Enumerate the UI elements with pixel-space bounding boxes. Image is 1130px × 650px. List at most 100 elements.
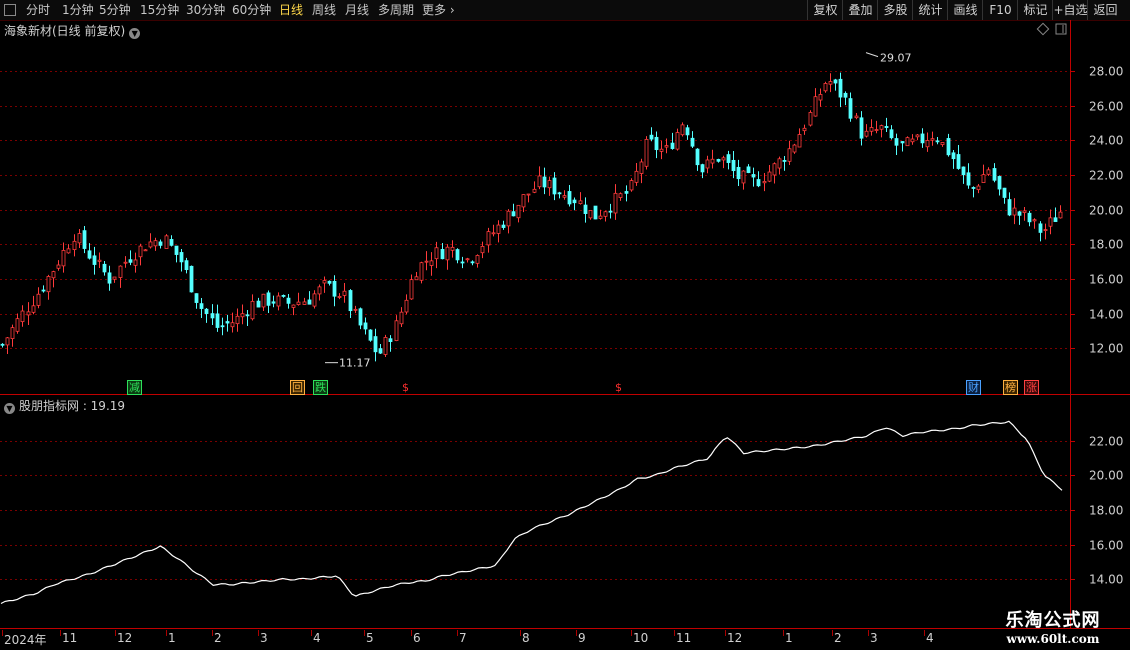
event-marker-4[interactable]: $ [613, 380, 624, 395]
candle-body-149 [762, 181, 767, 184]
event-marker-7[interactable]: 涨 [1024, 380, 1039, 395]
main-ylabel-2: 16.00 [1089, 273, 1123, 287]
x-label-17: 3 [870, 631, 878, 645]
x-tick-12 [631, 630, 632, 636]
candle-body-23 [118, 265, 123, 278]
event-marker-3[interactable]: $ [400, 380, 411, 395]
candle-body-8 [41, 289, 46, 292]
x-tick-9 [457, 630, 458, 636]
candle-body-141 [721, 157, 726, 161]
candle-body-25 [128, 259, 133, 263]
candle-body-92 [470, 261, 475, 264]
candle-body-194 [992, 168, 997, 181]
indicator-title[interactable]: ▼ 股朋指标网 : 19.19 [4, 397, 125, 414]
candle-body-190 [971, 187, 976, 189]
candle-body-41 [210, 313, 215, 319]
x-label-8: 6 [413, 631, 421, 645]
candle-body-137 [700, 164, 705, 173]
x-tick-14 [725, 630, 726, 636]
chevron-down-icon[interactable]: ▼ [129, 28, 141, 39]
candle-body-132 [675, 132, 680, 150]
candle-body-198 [1012, 207, 1017, 216]
candle-body-123 [629, 180, 634, 191]
x-label-10: 8 [522, 631, 530, 645]
panel-toggle-icon[interactable] [1055, 23, 1067, 35]
high-arrow [865, 52, 879, 58]
chevron-down-icon[interactable]: ▼ [4, 403, 15, 414]
main-ylabel-1: 14.00 [1089, 308, 1123, 322]
candle-body-1 [5, 337, 10, 346]
candle-body-38 [194, 293, 199, 303]
candle-body-185 [946, 138, 951, 156]
candle-body-68 [348, 290, 353, 312]
event-marker-1[interactable]: 回 [290, 380, 305, 395]
candle-body-101 [516, 204, 521, 219]
candle-body-31 [158, 241, 163, 246]
candle-body-140 [716, 159, 721, 162]
main-chart-title[interactable]: 海象新材(日线 前复权) ▼ [4, 22, 141, 39]
candle-body-195 [997, 176, 1002, 190]
candle-body-186 [951, 152, 956, 160]
main-ylabel-3: 18.00 [1089, 238, 1123, 252]
candle-body-93 [475, 255, 480, 264]
candle-body-19 [97, 259, 102, 262]
candle-body-111 [567, 191, 572, 205]
x-tick-0 [2, 630, 3, 636]
x-tick-16 [832, 630, 833, 636]
candle-body-154 [787, 148, 792, 162]
candle-body-105 [537, 175, 542, 188]
x-label-5: 3 [260, 631, 268, 645]
candle-body-34 [174, 245, 179, 255]
candle-body-167 [854, 115, 859, 119]
x-label-12: 10 [633, 631, 649, 645]
candle-body-147 [751, 174, 756, 178]
candle-body-183 [935, 140, 940, 143]
candle-body-153 [782, 160, 787, 162]
candle-body-133 [680, 124, 685, 136]
candle-body-151 [772, 163, 777, 176]
candle-body-33 [169, 239, 174, 246]
candle-body-174 [889, 129, 894, 139]
x-label-16: 2 [834, 631, 842, 645]
kline-chart: 12.00 14.00 16.00 18.00 20.00 22.00 24.00 26.00… [0, 20, 1130, 629]
candle-body-44 [225, 321, 230, 324]
candle-body-73 [373, 336, 378, 353]
x-tick-1 [60, 630, 61, 636]
event-marker-6[interactable]: 榜 [1003, 380, 1018, 395]
candle-body-152 [777, 158, 782, 169]
candle-body-29 [148, 241, 153, 248]
candle-body-69 [353, 308, 358, 311]
candle-body-110 [562, 195, 567, 198]
candle-body-96 [491, 232, 496, 235]
candle-body-20 [102, 263, 107, 273]
event-marker-2[interactable]: 跌 [313, 380, 328, 395]
candle-body-59 [302, 301, 307, 305]
x-tick-5 [258, 630, 259, 636]
candle-body-118 [603, 211, 608, 217]
candle-body-205 [1048, 217, 1053, 227]
candle-body-182 [930, 138, 935, 141]
candle-body-40 [204, 308, 209, 314]
candle-body-6 [31, 305, 36, 313]
x-label-4: 2 [214, 631, 222, 645]
x-tick-4 [212, 630, 213, 636]
event-marker-5[interactable]: 财 [966, 380, 981, 395]
candle-body-161 [823, 83, 828, 92]
candle-body-201 [1027, 212, 1032, 223]
candle-body-129 [659, 148, 664, 152]
candle-body-169 [864, 130, 869, 137]
candle-body-95 [486, 231, 491, 246]
candle-body-131 [670, 142, 675, 149]
diamond-icon[interactable] [1036, 22, 1050, 36]
candle-body-54 [276, 295, 281, 307]
main-ylabel-0: 12.00 [1089, 342, 1123, 356]
event-marker-0[interactable]: 减 [127, 380, 142, 395]
x-label-9: 7 [459, 631, 467, 645]
candle-body-160 [818, 94, 823, 101]
candle-body-80 [409, 279, 414, 300]
candle-body-142 [726, 154, 731, 163]
candle-body-148 [756, 179, 761, 187]
candle-body-188 [961, 166, 966, 176]
candle-body-71 [363, 322, 368, 330]
candle-body-196 [1002, 187, 1007, 198]
